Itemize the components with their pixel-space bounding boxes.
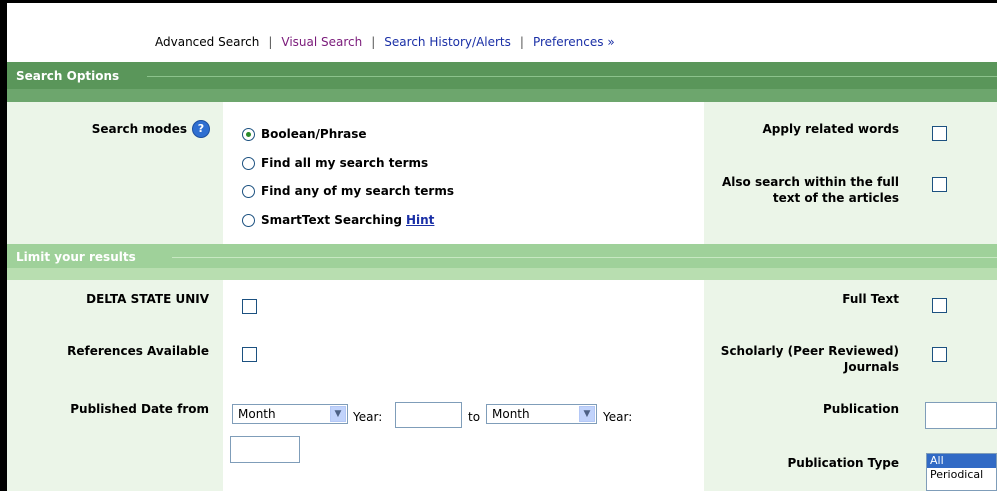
nav-search-history[interactable]: Search History/Alerts: [384, 35, 511, 49]
year-label: Year:: [603, 410, 633, 424]
hint-link[interactable]: Hint: [406, 213, 434, 227]
chevron-down-icon[interactable]: ▼: [330, 406, 346, 422]
radio-find-any[interactable]: Find any of my search terms: [242, 184, 454, 198]
chevron-down-icon[interactable]: ▼: [579, 406, 595, 422]
help-icon[interactable]: ?: [192, 120, 210, 138]
publication-label: Publication: [822, 402, 899, 416]
apply-related-words-label: Apply related words: [762, 122, 899, 136]
nav-advanced-search[interactable]: Advanced Search: [155, 35, 259, 49]
radio-label: Find any of my search terms: [261, 184, 454, 198]
publication-type-label: Publication Type: [787, 456, 900, 470]
scholarly-checkbox[interactable]: [932, 347, 947, 362]
window-left-border: [0, 0, 7, 491]
radio-boolean-phrase[interactable]: Boolean/Phrase: [242, 127, 367, 141]
radio-find-all[interactable]: Find all my search terms: [242, 156, 428, 170]
radio-label: Boolean/Phrase: [261, 127, 367, 141]
scholarly-label: Scholarly (Peer Reviewed) Journals: [720, 344, 899, 374]
publication-type-listbox[interactable]: All Periodical: [926, 453, 997, 491]
search-options-header: Search Options: [7, 62, 997, 102]
radio-icon[interactable]: [242, 185, 255, 198]
published-date-label: Published Date from: [70, 402, 209, 416]
limits-label-cell: [7, 280, 223, 491]
search-options-title: Search Options: [16, 69, 120, 83]
limit-results-header: Limit your results: [7, 244, 997, 280]
delta-state-label: DELTA STATE UNIV: [86, 292, 209, 306]
to-label: to: [468, 410, 481, 424]
nav-links: Advanced Search | Visual Search | Search His…: [155, 35, 615, 49]
also-search-fulltext-label: Also search within the full text of the …: [722, 175, 899, 205]
apply-related-words-checkbox[interactable]: [932, 126, 947, 141]
nav-separator: |: [268, 35, 273, 49]
references-available-checkbox[interactable]: [242, 347, 257, 362]
publication-type-option[interactable]: All: [927, 454, 996, 468]
top-navigation: Advanced Search | Visual Search | Search His…: [7, 3, 997, 62]
limit-results-title: Limit your results: [16, 250, 136, 264]
delta-state-checkbox[interactable]: [242, 299, 257, 314]
publication-type-option[interactable]: Periodical: [927, 468, 996, 482]
also-search-fulltext-checkbox[interactable]: [932, 177, 947, 192]
to-month-select[interactable]: Month ▼: [486, 404, 597, 424]
radio-smarttext[interactable]: SmartText Searching Hint: [242, 213, 434, 227]
search-modes-text: Search modes: [91, 122, 187, 136]
from-month-select[interactable]: Month ▼: [232, 404, 348, 424]
select-value: Month: [238, 407, 276, 421]
nav-preferences[interactable]: Preferences »: [533, 35, 615, 49]
search-modes-label: Search modes: [7, 122, 187, 136]
select-value: Month: [492, 407, 530, 421]
to-year-input[interactable]: [230, 436, 300, 463]
radio-label: Find all my search terms: [261, 156, 429, 170]
from-year-input[interactable]: [395, 402, 462, 428]
year-label: Year:: [353, 410, 383, 424]
full-text-checkbox[interactable]: [932, 298, 947, 313]
options-right-value-cell: [916, 102, 997, 244]
radio-icon[interactable]: [242, 157, 255, 170]
radio-label: SmartText Searching: [261, 213, 402, 227]
nav-separator: |: [371, 35, 376, 49]
nav-visual-search[interactable]: Visual Search: [281, 35, 362, 49]
publication-input[interactable]: [925, 402, 997, 429]
radio-icon[interactable]: [242, 214, 255, 227]
full-text-label: Full Text: [842, 292, 899, 306]
radio-checked-icon[interactable]: [242, 128, 255, 141]
nav-separator: |: [519, 35, 524, 49]
references-available-label: References Available: [67, 344, 209, 358]
